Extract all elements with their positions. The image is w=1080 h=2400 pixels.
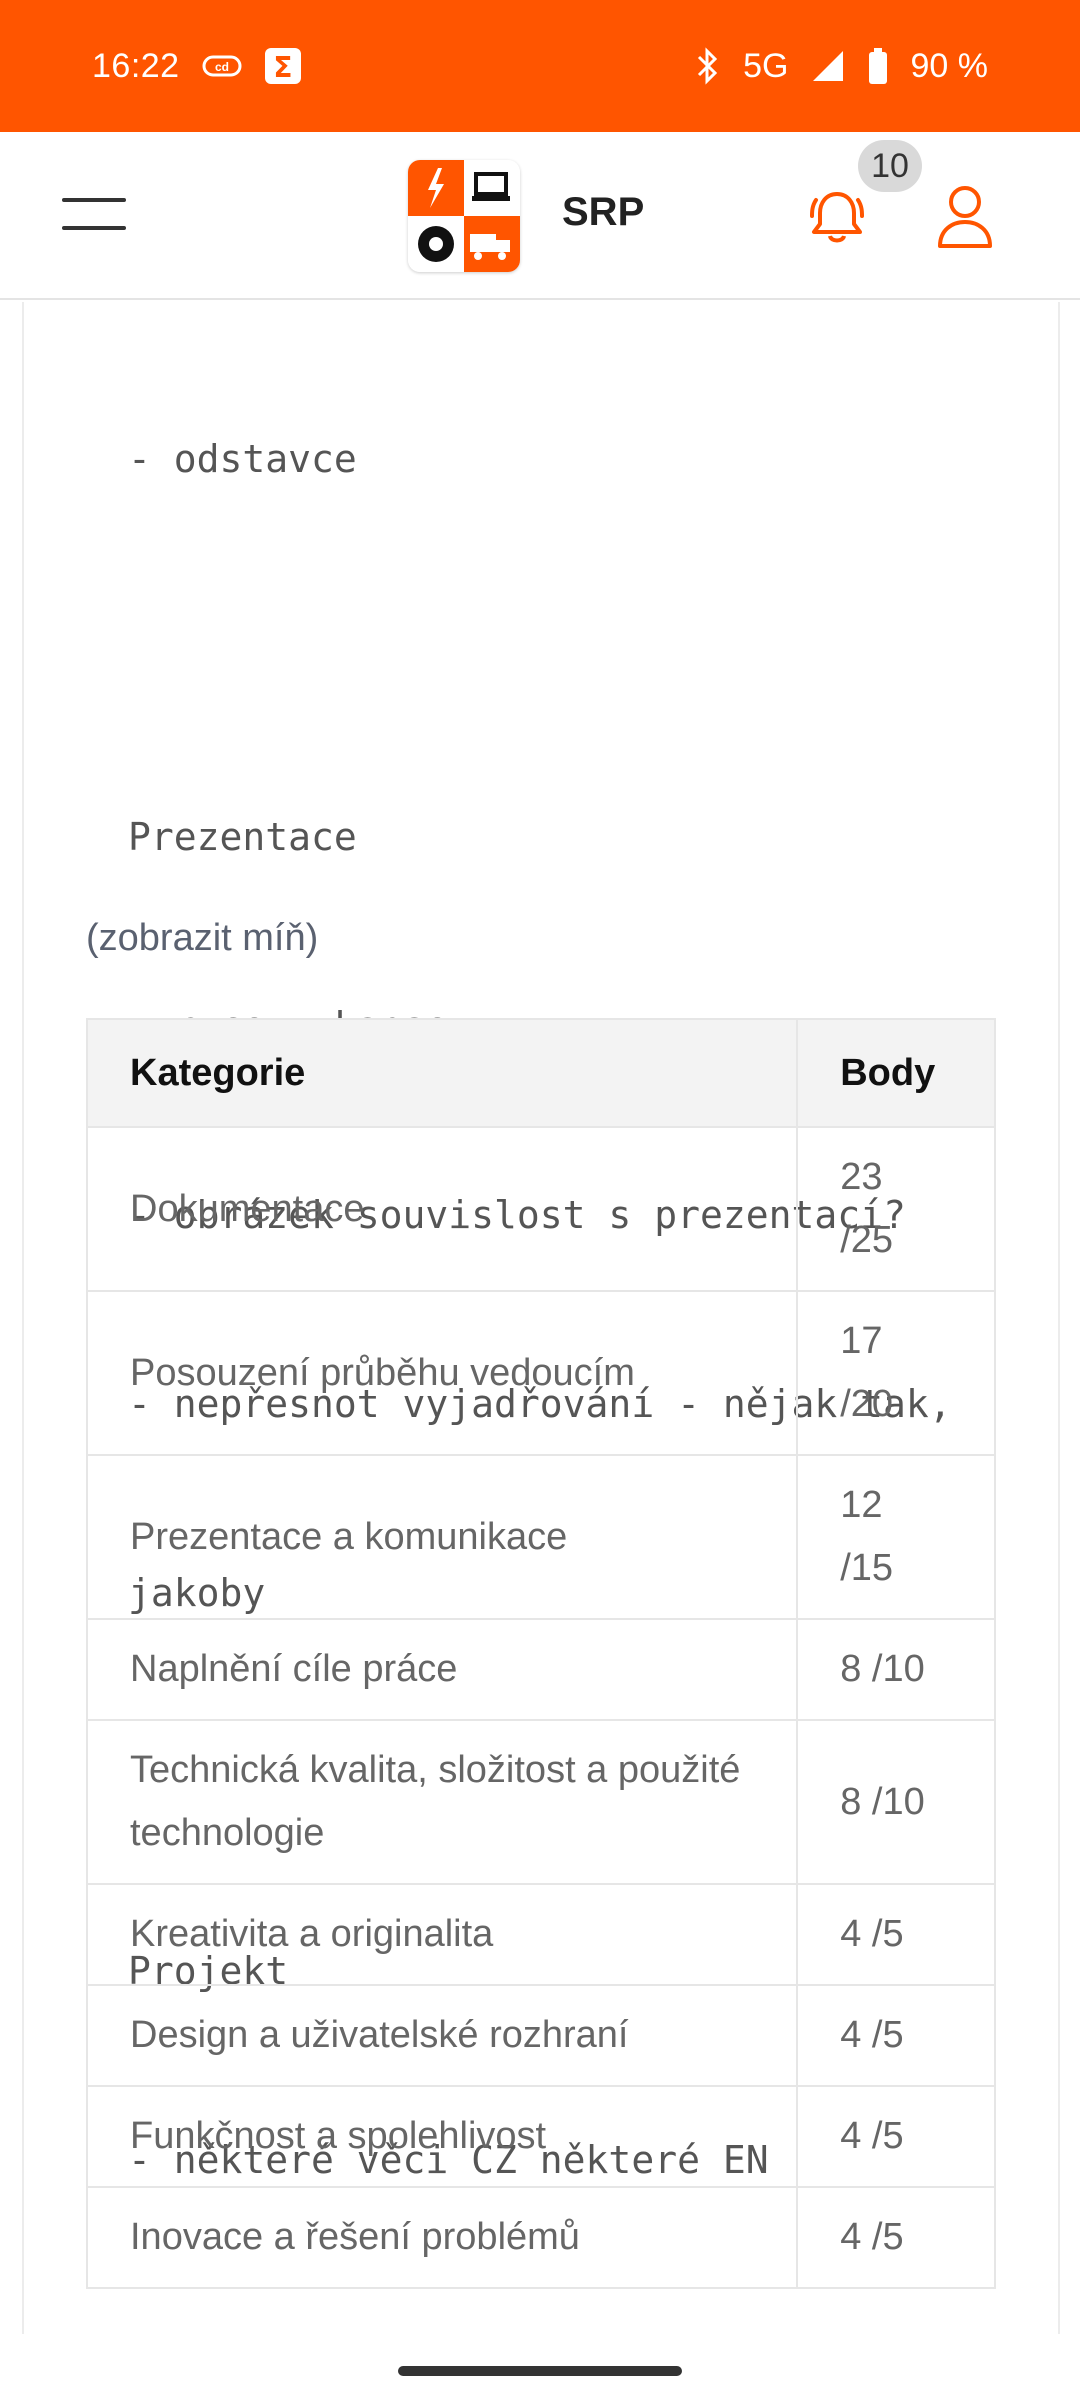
status-right: 5G 90 % — [693, 47, 988, 86]
row-points: 4 /5 — [796, 2186, 996, 2289]
menu-button[interactable] — [62, 198, 126, 232]
points-max: /20 — [840, 1383, 894, 1425]
notifications-button[interactable] — [806, 186, 868, 248]
svg-text:cd: cd — [215, 60, 229, 74]
gesture-nav-area — [0, 2334, 1080, 2400]
table-header-row: Kategorie Body — [85, 1018, 996, 1128]
content-area[interactable]: - odstavce Prezentace - ruce v kapse - o… — [0, 302, 1080, 2334]
notification-count-badge: 10 — [858, 140, 922, 192]
status-left: 16:22 cd Σ — [92, 47, 302, 86]
points-max: /25 — [840, 1219, 894, 1261]
row-points: 4 /5 — [796, 1883, 996, 1986]
column-header-category: Kategorie — [85, 1018, 799, 1128]
points-max: /15 — [840, 1547, 894, 1589]
status-time: 16:22 — [92, 46, 180, 85]
row-points: 8 /10 — [796, 1719, 996, 1885]
row-category: Design a uživatelské rozhraní — [85, 1984, 799, 2087]
bluetooth-icon — [693, 47, 721, 85]
bell-icon — [810, 192, 864, 243]
row-category: Dokumentace — [85, 1126, 799, 1292]
table-row: Design a uživatelské rozhraní 4 /5 — [85, 1984, 996, 2087]
cloud-icon: cd — [202, 51, 242, 81]
table-row: Kreativita a originalita 4 /5 — [85, 1883, 996, 1986]
table-row: Naplnění cíle práce 8 /10 — [85, 1618, 996, 1721]
show-less-link[interactable]: (zobrazit míň) — [86, 917, 318, 960]
row-points: 8 /10 — [796, 1618, 996, 1721]
row-points: 17/20 — [796, 1290, 996, 1456]
note-line — [128, 617, 1068, 680]
table-row: Technická kvalita, složitost a použité t… — [85, 1719, 996, 1885]
profile-button[interactable] — [936, 184, 994, 250]
app-logo[interactable] — [408, 160, 520, 272]
row-points: 23/25 — [796, 1126, 996, 1292]
signal-icon — [811, 49, 845, 83]
svg-text:Σ: Σ — [273, 51, 292, 84]
table-row: Dokumentace 23/25 — [85, 1126, 996, 1292]
menu-bar-line — [62, 198, 126, 202]
row-points: 4 /5 — [796, 1984, 996, 2087]
app-header: SRP 10 — [0, 132, 1080, 300]
sigma-app-icon: Σ — [264, 47, 302, 85]
row-category: Inovace a řešení problémů — [85, 2186, 799, 2289]
row-category: Posouzení průběhu vedoucím — [85, 1290, 799, 1456]
table-row: Funkčnost a spolehlivost 4 /5 — [85, 2085, 996, 2188]
app-title: SRP — [562, 190, 645, 234]
row-points: 12/15 — [796, 1454, 996, 1620]
menu-bar-line — [62, 226, 126, 230]
table-row: Inovace a řešení problémů 4 /5 — [85, 2186, 996, 2289]
row-category: Technická kvalita, složitost a použité t… — [85, 1719, 799, 1885]
home-gesture-handle[interactable] — [398, 2366, 682, 2376]
column-header-points: Body — [796, 1018, 996, 1128]
user-icon — [938, 186, 992, 248]
points-value: 17 — [840, 1320, 883, 1362]
table-row: Posouzení průběhu vedoucím 17/20 — [85, 1290, 996, 1456]
row-category: Funkčnost a spolehlivost — [85, 2085, 799, 2188]
points-value: 23 — [840, 1156, 883, 1198]
status-bar: 16:22 cd Σ 5G 90 % — [0, 0, 1080, 132]
row-category: Prezentace a komunikace — [85, 1454, 799, 1620]
table-row: Prezentace a komunikace 12/15 — [85, 1454, 996, 1620]
score-table: Kategorie Body Dokumentace 23/25 Posouze… — [85, 1018, 996, 2289]
row-category: Naplnění cíle práce — [85, 1618, 799, 1721]
note-line: Prezentace — [128, 815, 357, 859]
network-type: 5G — [743, 46, 789, 85]
battery-icon — [867, 47, 889, 85]
row-category: Kreativita a originalita — [85, 1883, 799, 1986]
battery-percentage: 90 % — [910, 46, 989, 85]
note-line: - odstavce — [128, 437, 357, 481]
row-points: 4 /5 — [796, 2085, 996, 2188]
points-value: 12 — [840, 1484, 883, 1526]
